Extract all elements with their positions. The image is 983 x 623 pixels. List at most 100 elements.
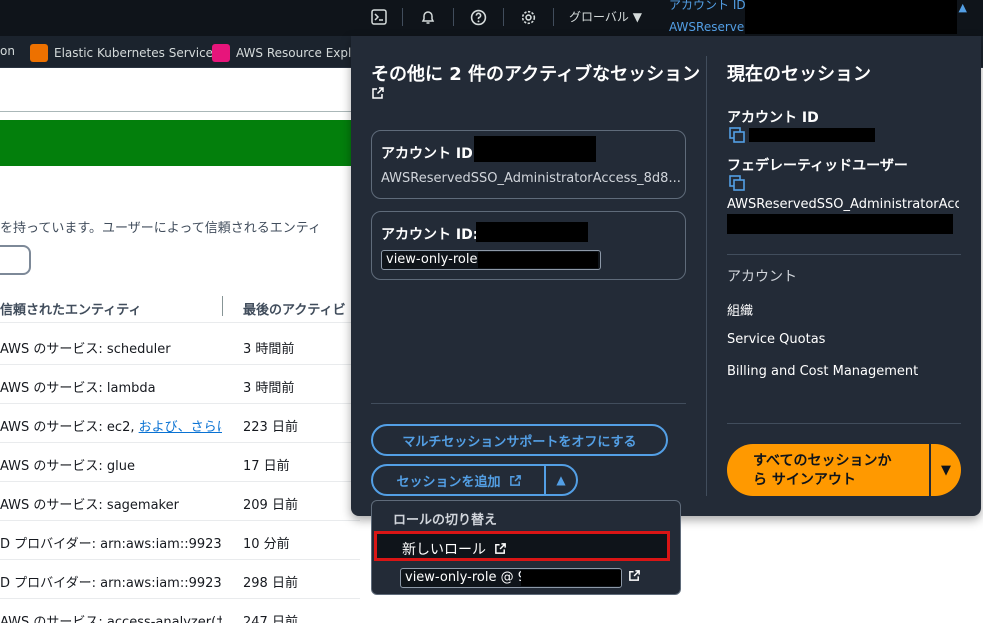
table-row[interactable]: AWS のサービス: ec2, および、さらに 223 日前 — [0, 404, 360, 443]
table-row[interactable]: AWS のサービス: lambda 3 時間前 — [0, 365, 360, 404]
section-divider — [727, 423, 961, 424]
bell-icon[interactable] — [417, 6, 439, 28]
table-row[interactable]: AWS のサービス: scheduler 3 時間前 — [0, 326, 360, 365]
eks-icon — [30, 44, 48, 62]
trusted-entity-cell: AWS のサービス: sagemaker — [0, 498, 179, 513]
session-card[interactable]: アカウント ID: AWSReservedSSO_AdministratorAc… — [371, 130, 686, 199]
trusted-entity-cell: AWS のサービス: scheduler — [0, 342, 171, 357]
copy-icon[interactable] — [729, 175, 745, 195]
last-activity-cell: 298 日前 — [243, 576, 298, 591]
redacted-block — [727, 214, 953, 234]
account-menu-button[interactable]: アカウント ID AWSReservedS... ▲ — [669, 0, 969, 36]
multi-session-panel: その他に 2 件のアクティブなセッション アカウント ID: AWSReserv… — [351, 36, 981, 516]
section-divider — [727, 254, 961, 255]
column-header-last-activity[interactable]: 最後のアクティビ — [243, 299, 346, 318]
other-sessions-section: その他に 2 件のアクティブなセッション アカウント ID: AWSReserv… — [351, 36, 706, 516]
account-id-label: アカウント ID: — [381, 146, 479, 162]
last-activity-cell: 209 日前 — [243, 498, 298, 513]
favorite-item[interactable]: on — [0, 44, 15, 58]
section-divider — [371, 403, 686, 404]
menu-item-account[interactable]: アカウント — [727, 266, 797, 286]
nav-divider — [553, 8, 554, 26]
column-header-trusted-entities[interactable]: 信頼されたエンティティ — [0, 299, 141, 318]
current-session-section: 現在のセッション アカウント ID フェデレーティッドユーザー AWSReser… — [727, 36, 967, 516]
resource-explorer-icon — [212, 44, 230, 62]
search-input[interactable] — [0, 78, 360, 112]
external-link-icon — [495, 543, 507, 554]
last-activity-cell: 223 日前 — [243, 420, 298, 435]
other-sessions-title: その他に 2 件のアクティブなセッション — [371, 64, 701, 85]
panel-divider — [706, 56, 707, 496]
signout-all-button[interactable]: すべてのセッションから サインアウト — [753, 452, 903, 490]
trusted-entity-cell: D プロバイダー: arn:aws:iam::99238 — [0, 537, 222, 552]
new-role-label: 新しいロール — [402, 539, 507, 559]
top-navigation-bar: グローバル ▼ アカウント ID AWSReservedS... ▲ — [0, 0, 983, 36]
account-id-label: アカウント ID — [669, 0, 746, 12]
favorite-label: AWS Resource Explor — [236, 46, 364, 60]
help-icon[interactable] — [467, 6, 489, 28]
switch-role-dropdown: ロールの切り替え 新しいロール view-only-role @ 9 — [371, 500, 681, 595]
column-divider — [222, 296, 223, 316]
table-row[interactable]: AWS のサービス: sagemaker 209 日前 — [0, 482, 360, 521]
session-card[interactable]: アカウント ID: view-only-role @ — [371, 211, 686, 280]
redacted-block — [474, 136, 596, 162]
redacted-block — [521, 570, 621, 586]
favorite-item-eks[interactable]: Elastic Kubernetes Service — [30, 44, 213, 62]
redacted-block — [476, 222, 588, 242]
session-role-tag: view-only-role @ — [381, 250, 601, 270]
favorite-label: on — [0, 44, 15, 58]
header-divider — [0, 322, 360, 323]
nav-divider — [453, 8, 454, 26]
signout-split-button: すべてのセッションから サインアウト ▼ — [727, 444, 961, 496]
account-id-label: アカウント ID: — [381, 227, 479, 243]
federated-user-label: フェデレーティッドユーザー — [727, 158, 908, 174]
turn-off-multisession-button[interactable]: マルチセッションサポートをオフにする — [371, 424, 668, 456]
external-link-icon[interactable] — [371, 86, 385, 104]
trusted-entity-cell: AWS のサービス: ec2, および、さらに — [0, 416, 222, 435]
favorite-item-resource-explorer[interactable]: AWS Resource Explor — [212, 44, 364, 62]
menu-item-service-quotas[interactable]: Service Quotas — [727, 332, 825, 347]
success-banner — [0, 120, 360, 166]
copy-icon[interactable] — [729, 127, 745, 147]
table-row[interactable]: AWS のサービス: access-analyzer(サ 247 日前 — [0, 599, 360, 623]
cloudshell-icon[interactable] — [368, 6, 390, 28]
table-row[interactable]: D プロバイダー: arn:aws:iam::99238 298 日前 — [0, 560, 360, 599]
caret-up-icon: ▲ — [958, 1, 967, 14]
favorite-label: Elastic Kubernetes Service — [54, 46, 214, 60]
redacted-block — [745, 0, 957, 34]
new-role-menu-item[interactable]: 新しいロール — [374, 531, 670, 561]
recent-role-item[interactable]: view-only-role @ 9 — [400, 568, 622, 588]
menu-item-organization[interactable]: 組織 — [727, 300, 753, 319]
external-link-icon — [509, 474, 521, 486]
nav-divider — [402, 8, 403, 26]
gear-icon[interactable] — [517, 6, 539, 28]
redacted-block — [749, 128, 875, 142]
signout-dropdown-toggle[interactable]: ▼ — [931, 444, 961, 496]
trusted-entity-cell: AWS のサービス: lambda — [0, 381, 156, 396]
table-row[interactable]: D プロバイダー: arn:aws:iam::99238 10 分前 — [0, 521, 360, 560]
nav-divider — [503, 8, 504, 26]
menu-item-billing[interactable]: Billing and Cost Management — [727, 364, 918, 379]
redacted-block — [478, 252, 598, 268]
last-activity-cell: 10 分前 — [243, 537, 290, 552]
trusted-entity-cell: D プロバイダー: arn:aws:iam::99238 — [0, 576, 222, 591]
trusted-entity-cell: AWS のサービス: access-analyzer(サ — [0, 615, 222, 623]
account-id-label: アカウント ID — [727, 110, 819, 126]
filter-input[interactable] — [0, 245, 31, 275]
page-description: を持っています。ユーザーによって信頼されるエンティ — [0, 221, 321, 236]
federated-user-value: AWSReservedSSO_AdministratorAcc — [727, 197, 959, 212]
trusted-entity-cell: AWS のサービス: glue — [0, 459, 136, 474]
table-row[interactable]: AWS のサービス: glue 17 日前 — [0, 443, 360, 482]
last-activity-cell: 3 時間前 — [243, 342, 295, 357]
external-link-icon[interactable] — [628, 569, 641, 586]
more-entities-link[interactable]: および、さらに — [139, 420, 222, 435]
last-activity-cell: 3 時間前 — [243, 381, 295, 396]
switch-role-header: ロールの切り替え — [393, 513, 498, 528]
current-session-title: 現在のセッション — [727, 64, 871, 85]
add-session-dropdown-toggle[interactable]: ▲ — [546, 466, 576, 494]
add-session-split-button: セッションを追加 ▲ — [371, 464, 578, 496]
last-activity-cell: 247 日前 — [243, 615, 298, 623]
add-session-button[interactable]: セッションを追加 — [373, 466, 545, 494]
last-activity-cell: 17 日前 — [243, 459, 290, 474]
region-selector[interactable]: グローバル ▼ — [569, 8, 642, 25]
